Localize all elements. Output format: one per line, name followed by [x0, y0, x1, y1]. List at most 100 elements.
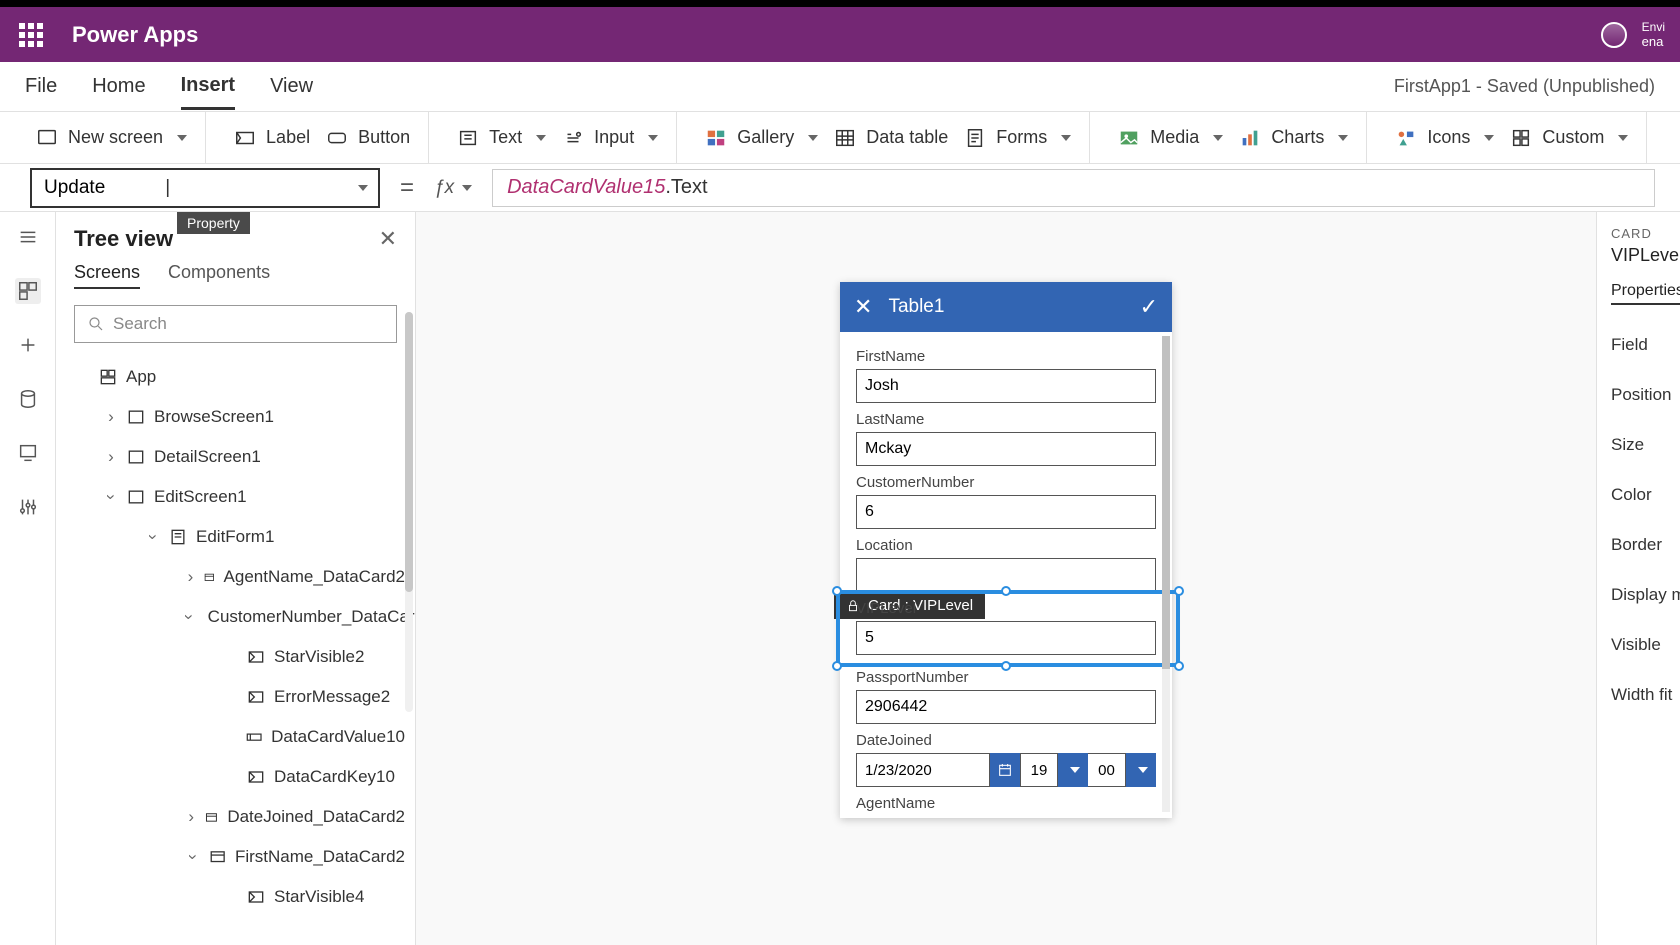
- gallery-button[interactable]: Gallery: [701, 121, 822, 155]
- menu-home[interactable]: Home: [92, 65, 145, 108]
- tree-item[interactable]: › EditForm1: [56, 517, 415, 557]
- tree-item[interactable]: ›BrowseScreen1: [56, 397, 415, 437]
- tree-item[interactable]: › FirstName_DataCard2: [56, 837, 415, 877]
- app-title: Power Apps: [72, 22, 198, 48]
- tree-item[interactable]: StarVisible4: [56, 877, 415, 917]
- form-close-icon[interactable]: ✕: [854, 294, 872, 320]
- label-button[interactable]: Label: [230, 121, 314, 155]
- button-icon: [326, 127, 348, 149]
- charts-button[interactable]: Charts: [1235, 121, 1352, 155]
- tree-item[interactable]: ErrorMessage2: [56, 677, 415, 717]
- prop-row[interactable]: Visible: [1611, 635, 1680, 655]
- input-min[interactable]: 00: [1088, 753, 1126, 787]
- input-firstname[interactable]: [856, 369, 1156, 403]
- label-location: Location: [856, 537, 1156, 554]
- input-hour[interactable]: 19: [1020, 753, 1058, 787]
- forms-button[interactable]: Forms: [960, 121, 1075, 155]
- forms-icon: [964, 127, 986, 149]
- tree-item[interactable]: StarVisible2: [56, 637, 415, 677]
- tree-scrollbar[interactable]: [405, 312, 413, 712]
- menu-insert[interactable]: Insert: [181, 64, 235, 110]
- form-submit-icon[interactable]: ✓: [1140, 294, 1158, 320]
- prop-row[interactable]: Field: [1611, 335, 1680, 355]
- tree-item[interactable]: ›DateJoined_DataCard2: [56, 797, 415, 837]
- node-icon: [246, 767, 266, 787]
- input-viplevel[interactable]: [856, 621, 1156, 655]
- prop-row[interactable]: Border: [1611, 535, 1680, 555]
- tree-item[interactable]: › AgentName_DataCard2: [56, 557, 415, 597]
- tree-item-label: FirstName_DataCard2: [235, 847, 405, 867]
- prop-row[interactable]: Display mo: [1611, 585, 1680, 605]
- prop-row[interactable]: Color: [1611, 485, 1680, 505]
- chevron-down-icon[interactable]: ›: [182, 614, 196, 620]
- icons-button[interactable]: Icons: [1391, 121, 1498, 155]
- tools-icon[interactable]: [15, 494, 41, 520]
- input-customernumber[interactable]: [856, 495, 1156, 529]
- calendar-icon[interactable]: [990, 753, 1020, 787]
- tree-item[interactable]: DataCardKey10: [56, 757, 415, 797]
- button-button[interactable]: Button: [322, 121, 414, 155]
- chevron-down-icon[interactable]: ›: [186, 850, 200, 864]
- data-icon[interactable]: [15, 386, 41, 412]
- node-icon: [126, 407, 146, 427]
- formula-input[interactable]: DataCardValue15.Text: [492, 169, 1655, 207]
- label-lastname: LastName: [856, 411, 1156, 428]
- media-rail-icon[interactable]: [15, 440, 41, 466]
- tree-item-label: EditForm1: [196, 527, 274, 547]
- canvas[interactable]: ✕ Table1 ✓ FirstName LastName CustomerNu…: [416, 212, 1596, 945]
- form-scrollbar[interactable]: [1162, 336, 1170, 812]
- tab-components[interactable]: Components: [168, 262, 270, 289]
- tree-item[interactable]: App: [56, 357, 415, 397]
- form-title: Table1: [888, 296, 1123, 318]
- prop-row[interactable]: Position: [1611, 385, 1680, 405]
- min-dropdown-icon[interactable]: [1126, 753, 1156, 787]
- tree-view-icon[interactable]: [15, 278, 41, 304]
- chevron-right-icon[interactable]: ›: [186, 810, 196, 824]
- custom-button[interactable]: Custom: [1506, 121, 1632, 155]
- hour-dropdown-icon[interactable]: [1058, 753, 1088, 787]
- chevron-right-icon[interactable]: ›: [104, 410, 118, 424]
- tree-item-label: AgentName_DataCard2: [224, 567, 405, 587]
- left-rail: [0, 212, 56, 945]
- chevron-right-icon[interactable]: ›: [104, 450, 118, 464]
- chevron-down-icon[interactable]: ›: [104, 490, 118, 504]
- tab-screens[interactable]: Screens: [74, 262, 140, 289]
- new-screen-button[interactable]: New screen: [32, 121, 191, 155]
- hamburger-icon[interactable]: [15, 224, 41, 250]
- search-icon: [87, 315, 105, 333]
- app-status: FirstApp1 - Saved (Unpublished): [1394, 76, 1655, 97]
- close-icon[interactable]: ✕: [379, 226, 397, 252]
- data-table-button[interactable]: Data table: [830, 121, 952, 155]
- label-firstname: FirstName: [856, 348, 1156, 365]
- node-icon: [246, 887, 266, 907]
- menu-file[interactable]: File: [25, 65, 57, 108]
- label-icon: [234, 127, 256, 149]
- input-lastname[interactable]: [856, 432, 1156, 466]
- tree-item[interactable]: DataCardValue10: [56, 717, 415, 757]
- input-button[interactable]: Input: [558, 121, 662, 155]
- add-icon[interactable]: [15, 332, 41, 358]
- tree-item[interactable]: ›CustomerNumber_DataCard2: [56, 597, 415, 637]
- text-button[interactable]: Text: [453, 121, 550, 155]
- chevron-down-icon[interactable]: ›: [146, 530, 160, 544]
- menu-view[interactable]: View: [270, 65, 313, 108]
- node-icon: [208, 847, 227, 867]
- chevron-right-icon[interactable]: ›: [186, 570, 195, 584]
- tree-item[interactable]: ›DetailScreen1: [56, 437, 415, 477]
- charts-icon: [1239, 127, 1261, 149]
- environment-icon[interactable]: [1601, 22, 1627, 48]
- props-tab[interactable]: Properties: [1611, 282, 1680, 305]
- input-date[interactable]: 1/23/2020: [856, 753, 990, 787]
- input-passportnumber[interactable]: [856, 690, 1156, 724]
- tree-item[interactable]: ›EditScreen1: [56, 477, 415, 517]
- property-dropdown[interactable]: Update | Property: [30, 168, 380, 208]
- props-header: CARD: [1611, 226, 1680, 241]
- waffle-icon[interactable]: [15, 19, 47, 51]
- formula-bar: Update | Property = ƒx DataCardValue15.T…: [0, 164, 1680, 212]
- tree-item-label: DataCardValue10: [271, 727, 405, 747]
- prop-row[interactable]: Width fit: [1611, 685, 1680, 705]
- fx-button[interactable]: ƒx: [434, 177, 472, 199]
- search-input[interactable]: Search: [74, 305, 397, 343]
- prop-row[interactable]: Size: [1611, 435, 1680, 455]
- media-button[interactable]: Media: [1114, 121, 1227, 155]
